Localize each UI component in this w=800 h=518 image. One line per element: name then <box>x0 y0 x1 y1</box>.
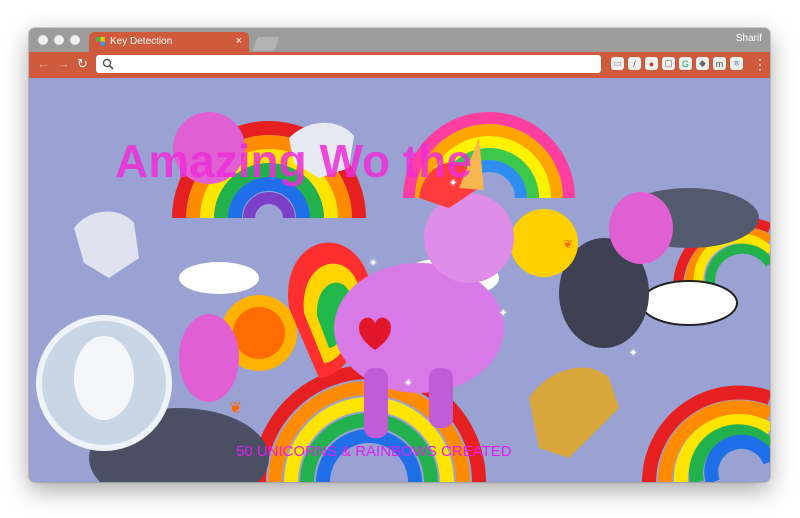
ext-reader-icon[interactable]: ▭ <box>611 57 624 70</box>
title-bar: Key Detection × Sharif <box>29 28 770 52</box>
page-content: ❦ ❦ ✦ ✦ ✦ ✦ ✦ Amazing Wo the 50 UNICORNS… <box>29 78 770 482</box>
new-tab-button[interactable] <box>252 37 280 51</box>
tab-close-icon[interactable]: × <box>236 35 242 47</box>
ext-m-icon[interactable]: m <box>713 57 726 70</box>
unicorn-counter: 50 UNICORNS & RAINBOWS CREATED <box>236 443 512 460</box>
sparkle-icon: ✦ <box>369 258 378 269</box>
close-window-button[interactable] <box>38 35 48 45</box>
sparkle-icon: ✦ <box>499 308 508 319</box>
ext-grammarly-icon[interactable]: G <box>679 57 692 70</box>
silver-glitter-unicorn <box>74 211 139 278</box>
favicon-icon <box>96 37 105 46</box>
rainbow-bottom-right <box>642 385 770 482</box>
tab-title: Key Detection <box>110 36 173 47</box>
ext-window-icon[interactable]: ▢ <box>662 57 675 70</box>
window-controls <box>38 35 80 45</box>
address-bar[interactable] <box>96 55 601 73</box>
ext-eyedropper-icon[interactable]: / <box>628 57 641 70</box>
cloud <box>179 262 259 294</box>
search-icon <box>102 58 114 70</box>
menu-button[interactable]: ⋮ <box>753 57 767 71</box>
back-button[interactable]: ← <box>37 57 50 71</box>
ext-record-icon[interactable]: ● <box>645 57 658 70</box>
pink-glitter-unicorn <box>179 314 239 402</box>
sparkle-icon: ✦ <box>404 378 413 389</box>
gold-glitter-unicorn <box>529 367 619 458</box>
page-headline: Amazing Wo the <box>115 135 472 187</box>
browser-toolbar: ← → ↻ ▭ / ● ▢ G ◆ m ⚛ ⋮ <box>29 52 770 78</box>
butterfly-icon: ❦ <box>229 400 242 417</box>
reload-button[interactable]: ↻ <box>77 57 88 71</box>
tab-key-detection[interactable]: Key Detection × <box>89 32 249 52</box>
minimize-window-button[interactable] <box>54 35 64 45</box>
sparkle-icon: ✦ <box>629 348 638 359</box>
butterfly-icon: ❦ <box>563 237 573 251</box>
ext-react-icon[interactable]: ⚛ <box>730 57 743 70</box>
ext-tag-icon[interactable]: ◆ <box>696 57 709 70</box>
forward-button[interactable]: → <box>57 57 70 71</box>
browser-window: Key Detection × Sharif ← → ↻ ▭ / ● ▢ G ◆ m ⚛ ⋮ <box>29 28 770 482</box>
pink-glitter-unicorn <box>609 192 673 264</box>
maximize-window-button[interactable] <box>70 35 80 45</box>
profile-name[interactable]: Sharif <box>736 33 762 44</box>
